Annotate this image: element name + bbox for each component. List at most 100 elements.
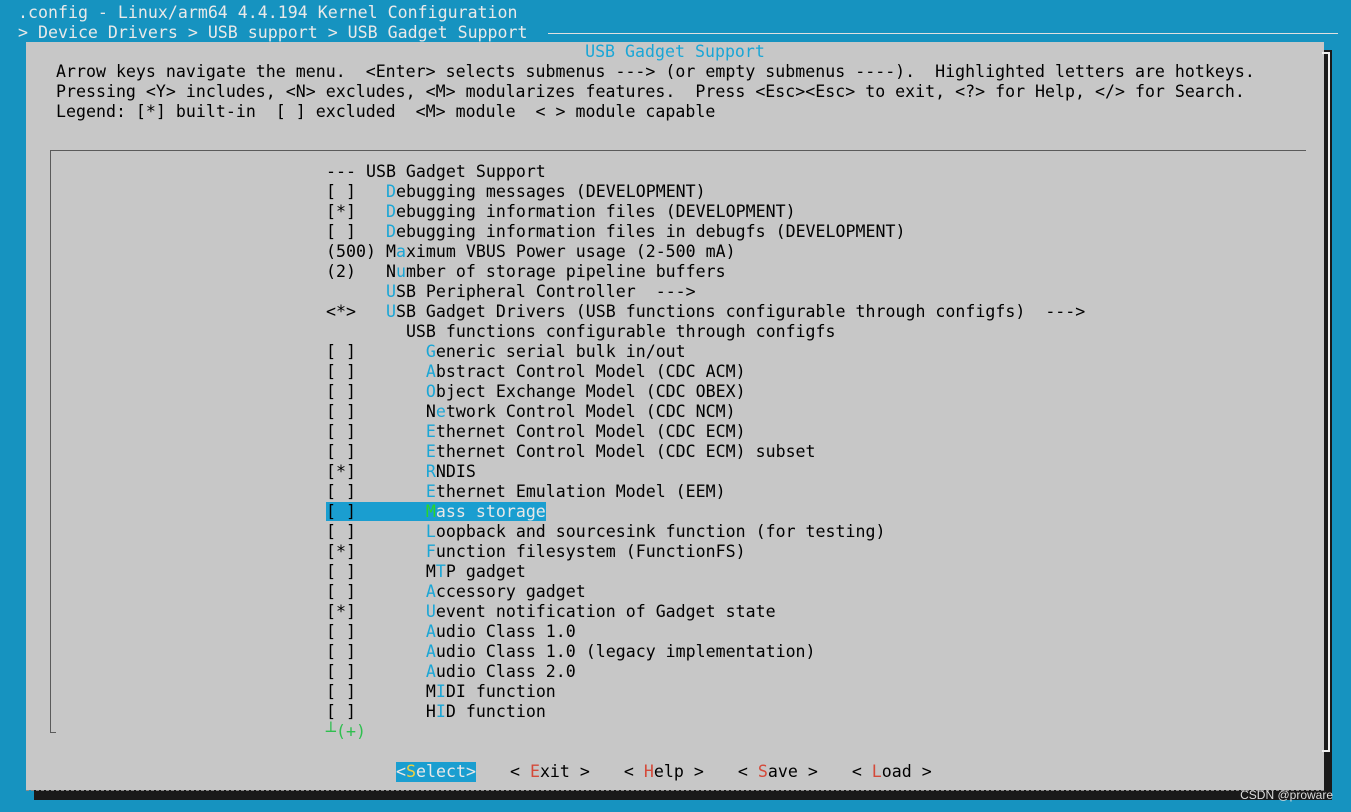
button-rest: ave	[767, 762, 798, 781]
exit-button[interactable]: < Exit >	[510, 762, 590, 782]
menu-item[interactable]: [ ] Abstract Control Model (CDC ACM)	[326, 362, 1085, 382]
menu-item-text: udio Class 2.0	[435, 662, 576, 681]
breadcrumb-rule	[547, 33, 1338, 34]
menu-item-prefix: [*]	[326, 202, 386, 221]
menu-item[interactable]: USB Peripheral Controller --->	[326, 282, 1085, 302]
menu-item-prefix: [ ] M	[326, 682, 436, 701]
menu-item-prefix: [ ] H	[326, 702, 436, 721]
menu-item-text: ximum VBUS Power usage (2-500 mA)	[405, 242, 736, 261]
dialog-corner-top	[1322, 52, 1330, 54]
menu-item-text: ebugging information files in debugfs (D…	[395, 222, 906, 241]
menu-item-prefix: [ ]	[326, 382, 426, 401]
menu-item-hotkey: R	[425, 462, 436, 481]
menu-item[interactable]: --- USB Gadget Support	[326, 162, 1085, 182]
help-button[interactable]: < Help >	[624, 762, 704, 782]
button-before: <	[509, 762, 530, 781]
menu-item[interactable]: [ ] Object Exchange Model (CDC OBEX)	[326, 382, 1085, 402]
button-after: >	[683, 762, 704, 781]
menu-item[interactable]: <*> USB Gadget Drivers (USB functions co…	[326, 302, 1085, 322]
select-button[interactable]: <Select>	[396, 762, 476, 782]
menu-item[interactable]: (500) Maximum VBUS Power usage (2-500 mA…	[326, 242, 1085, 262]
menu-item-text: ebugging information files (DEVELOPMENT)	[395, 202, 796, 221]
button-hotkey: E	[529, 762, 540, 781]
menu-item[interactable]: (2) Number of storage pipeline buffers	[326, 262, 1085, 282]
menu-item-text: eneric serial bulk in/out	[435, 342, 686, 361]
menu-item-text: thernet Control Model (CDC ECM) subset	[435, 442, 816, 461]
menu-item-hotkey: D	[385, 182, 396, 201]
menu-box-border	[50, 150, 51, 732]
menu-item-hotkey: U	[425, 602, 436, 621]
button-rest: elp	[653, 762, 684, 781]
menu-item[interactable]: [ ] Debugging messages (DEVELOPMENT)	[326, 182, 1085, 202]
menu-item-prefix: [ ]	[326, 362, 426, 381]
menu-item-hotkey: G	[425, 342, 436, 361]
menu-item-prefix: <*>	[326, 302, 386, 321]
menu-item-prefix: (500) M	[326, 242, 396, 261]
menu-item[interactable]: [ ] Mass storage	[326, 502, 1085, 522]
menu-item-hotkey: L	[425, 522, 436, 541]
menu-item[interactable]: [ ] Ethernet Control Model (CDC ECM) sub…	[326, 442, 1085, 462]
help-line: Legend: [*] built-in [ ] excluded <M> mo…	[56, 102, 716, 121]
menu-item[interactable]: [ ] MTP gadget	[326, 562, 1085, 582]
menu-item-checkbox[interactable]: [ ]	[326, 502, 426, 521]
menuconfig-dialog: USB Gadget Support Arrow keys navigate t…	[26, 42, 1324, 791]
menu-item[interactable]: [*] Debugging information files (DEVELOP…	[326, 202, 1085, 222]
menu-item-prefix: [ ] M	[326, 562, 436, 581]
menu-item[interactable]: [ ] Loopback and sourcesink function (fo…	[326, 522, 1085, 542]
menu-item-hotkey: U	[385, 302, 396, 321]
menu-item-hotkey: u	[395, 262, 406, 281]
menu-item-text: oopback and sourcesink function (for tes…	[435, 522, 886, 541]
menu-item-label: Mass storage	[425, 502, 546, 521]
button-after: >	[911, 762, 932, 781]
menu-item-hotkey: D	[385, 202, 396, 221]
help-text: Arrow keys navigate the menu. <Enter> se…	[56, 62, 1255, 122]
menu-item[interactable]: [ ] Ethernet Emulation Model (EEM)	[326, 482, 1085, 502]
menu-item-text: ebugging messages (DEVELOPMENT)	[395, 182, 706, 201]
menu-item[interactable]: [ ] Debugging information files in debug…	[326, 222, 1085, 242]
load-button[interactable]: < Load >	[852, 762, 932, 782]
button-hotkey: H	[643, 762, 654, 781]
menu-item[interactable]: [ ] Audio Class 1.0	[326, 622, 1085, 642]
menu-item-hotkey: O	[425, 382, 436, 401]
menu-item-hotkey: F	[425, 542, 436, 561]
menu-item-text: P gadget	[445, 562, 526, 581]
help-line: Arrow keys navigate the menu. <Enter> se…	[56, 62, 1255, 81]
breadcrumb: > Device Drivers > USB support > USB Gad…	[18, 23, 1338, 43]
menu-item[interactable]: [ ] Generic serial bulk in/out	[326, 342, 1085, 362]
menu-list[interactable]: --- USB Gadget Support[ ] Debugging mess…	[326, 162, 1085, 722]
save-button[interactable]: < Save >	[738, 762, 818, 782]
menu-item-hotkey: D	[385, 222, 396, 241]
button-hotkey: S	[406, 762, 416, 781]
menu-item[interactable]: [ ] Network Control Model (CDC NCM)	[326, 402, 1085, 422]
menu-item-prefix	[326, 322, 406, 341]
menu-item-prefix: [ ]	[326, 642, 426, 661]
button-before: <	[737, 762, 758, 781]
menu-item-prefix: [ ]	[326, 442, 426, 461]
menu-item[interactable]: [ ] Audio Class 2.0	[326, 662, 1085, 682]
menu-item[interactable]: [*] Function filesystem (FunctionFS)	[326, 542, 1085, 562]
window-title: .config - Linux/arm64 4.4.194 Kernel Con…	[18, 3, 518, 22]
menu-item[interactable]: [*] RNDIS	[326, 462, 1085, 482]
menu-item-prefix: [ ]	[326, 222, 386, 241]
menu-item-text: thernet Emulation Model (EEM)	[435, 482, 726, 501]
menu-item-hotkey: E	[425, 482, 436, 501]
menu-item[interactable]: [ ] Audio Class 1.0 (legacy implementati…	[326, 642, 1085, 662]
menu-item-hotkey: A	[425, 582, 436, 601]
menu-item-prefix: [ ]	[326, 422, 426, 441]
menu-item-text: SB Gadget Drivers (USB functions configu…	[395, 302, 1086, 321]
menu-item[interactable]: [ ] MIDI function	[326, 682, 1085, 702]
dialog-title-text: USB Gadget Support	[585, 42, 765, 61]
button-rest: xit	[539, 762, 570, 781]
menu-item[interactable]: [ ] Accessory gadget	[326, 582, 1085, 602]
menu-item[interactable]: USB functions configurable through confi…	[326, 322, 1085, 342]
button-after: >	[569, 762, 590, 781]
menu-item[interactable]: [ ] Ethernet Control Model (CDC ECM)	[326, 422, 1085, 442]
button-before: <	[623, 762, 644, 781]
menu-item-hotkey: A	[425, 662, 436, 681]
menu-item-text: event notification of Gadget state	[435, 602, 776, 621]
menu-item[interactable]: [ ] HID function	[326, 702, 1085, 722]
menu-item-prefix: ---	[326, 162, 366, 181]
dialog-bottom-rule	[26, 790, 1324, 791]
menu-item-prefix: [ ]	[326, 522, 426, 541]
menu-item[interactable]: [*] Uevent notification of Gadget state	[326, 602, 1085, 622]
